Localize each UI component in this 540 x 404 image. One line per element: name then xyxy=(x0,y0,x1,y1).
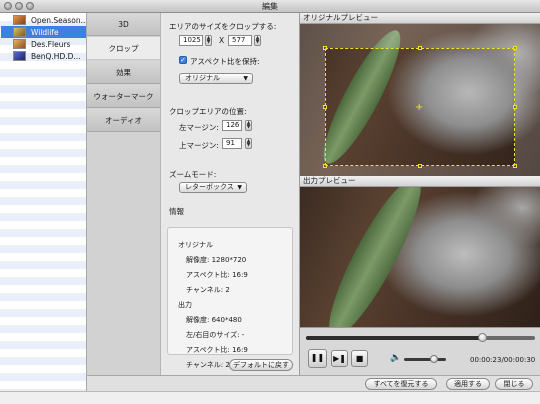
keep-aspect-label: アスペクト比を保持: xyxy=(190,57,260,66)
original-heading: オリジナル xyxy=(178,241,213,249)
crop-handle-mr[interactable] xyxy=(513,105,517,109)
crop-settings-panel: エリアのサイズをクロップする: 1025 ▲ ▼ X 577 ▲ ▼ ✓ アスペクト… xyxy=(161,13,299,375)
tab-effects[interactable]: 効果 xyxy=(87,61,160,84)
file-row-open-season[interactable]: Open.Season... xyxy=(1,14,86,26)
chevron-down-icon: ▼ xyxy=(243,75,248,82)
crop-size-label: エリアのサイズをクロップする: xyxy=(169,22,277,31)
close-button[interactable]: 閉じる xyxy=(495,378,533,390)
file-row-des-fleurs[interactable]: Des.Fleurs xyxy=(1,38,86,50)
aspect-ratio-select[interactable]: オリジナル ▼ xyxy=(179,73,253,84)
file-row-wildlife[interactable]: Wildlife xyxy=(1,26,86,38)
output-channels: チャンネル: 2 xyxy=(186,361,230,369)
tab-watermark[interactable]: ウォーターマーク xyxy=(87,85,160,108)
playback-controls: ❚❚ ▶❚ ■ 🔈 00:00:23/00:00:30 xyxy=(300,327,540,375)
original-resolution: 解像度: 1280*720 xyxy=(186,256,247,264)
original-channels: チャンネル: 2 xyxy=(186,286,230,294)
crop-width-field[interactable]: 1025 xyxy=(179,35,203,46)
file-name: Open.Season... xyxy=(31,15,86,25)
preview-panel: オリジナルプレビュー + 出力プレビュー ❚❚ ▶❚ ■ 🔈 00:00:23/… xyxy=(299,13,540,375)
tab-crop[interactable]: クロップ xyxy=(87,37,160,60)
title-bar: 編集 xyxy=(0,0,540,13)
video-thumbnail xyxy=(13,27,26,37)
file-name: Wildlife xyxy=(31,27,59,37)
original-aspect: アスペクト比: 16:9 xyxy=(186,271,248,279)
left-margin-stepper[interactable]: ▲ ▼ xyxy=(245,120,252,131)
info-title: 情報 xyxy=(169,207,184,216)
zoom-mode-value: レターボックス xyxy=(185,183,234,191)
left-margin-field[interactable]: 126 xyxy=(222,120,242,131)
crosshair-icon: + xyxy=(415,102,424,113)
file-list[interactable]: Open.Season... Wildlife Des.Fleurs BenQ.… xyxy=(0,13,87,391)
crop-height-field[interactable]: 577 xyxy=(228,35,252,46)
edit-tabs: 3D クロップ 効果 ウォーターマーク オーディオ xyxy=(87,13,161,375)
stop-button[interactable]: ■ xyxy=(351,350,368,367)
file-name: Des.Fleurs xyxy=(31,39,71,49)
aspect-ratio-value: オリジナル xyxy=(185,74,220,82)
crop-height-stepper[interactable]: ▲ ▼ xyxy=(254,35,261,46)
window-title: 編集 xyxy=(262,2,278,11)
crop-handle-bc[interactable] xyxy=(418,164,422,168)
crop-handle-tc[interactable] xyxy=(418,46,422,50)
horizontal-scrollbar[interactable] xyxy=(0,391,540,404)
reset-default-button[interactable]: デフォルトに戻す xyxy=(229,359,293,371)
info-box: オリジナル 解像度: 1280*720 アスペクト比: 16:9 チャンネル: … xyxy=(167,227,293,369)
crop-outside-right xyxy=(515,48,540,166)
restore-all-button[interactable]: すべてを復元する xyxy=(365,378,437,390)
tab-3d[interactable]: 3D xyxy=(87,13,160,36)
seek-bar-fill xyxy=(306,336,483,340)
output-heading: 出力 xyxy=(178,301,192,309)
step-forward-button[interactable]: ▶❚ xyxy=(331,350,348,367)
size-separator: X xyxy=(219,36,225,45)
time-display: 00:00:23/00:00:30 xyxy=(470,356,536,364)
step-forward-icon: ▶❚ xyxy=(333,354,346,363)
apply-button[interactable]: 適用する xyxy=(446,378,490,390)
pause-button[interactable]: ❚❚ xyxy=(308,349,327,368)
video-thumbnail xyxy=(13,15,26,25)
crop-handle-br[interactable] xyxy=(513,164,517,168)
crop-handle-ml[interactable] xyxy=(323,105,327,109)
top-margin-label: 上マージン: xyxy=(179,141,219,150)
keep-aspect-checkbox[interactable]: ✓ xyxy=(179,56,187,64)
seek-bar[interactable] xyxy=(306,333,535,342)
crop-handle-bl[interactable] xyxy=(323,164,327,168)
left-margin-label: 左マージン: xyxy=(179,123,219,132)
tab-audio[interactable]: オーディオ xyxy=(87,109,160,132)
output-preview-video xyxy=(300,187,540,327)
output-preview-label: 出力プレビュー xyxy=(300,176,540,187)
seek-bar-knob[interactable] xyxy=(477,333,487,342)
crop-outside-top xyxy=(300,24,540,48)
output-aspect: アスペクト比: 16:9 xyxy=(186,346,248,354)
pause-icon: ❚❚ xyxy=(310,353,325,362)
crop-position-label: クロップエリアの位置: xyxy=(169,107,247,116)
zoom-mode-label: ズームモード: xyxy=(169,170,217,179)
file-row-benq[interactable]: BenQ.HD.D... xyxy=(1,50,86,62)
original-preview-label: オリジナルプレビュー xyxy=(300,13,540,24)
top-margin-field[interactable]: 91 xyxy=(222,138,242,149)
volume-slider-knob[interactable] xyxy=(430,355,439,363)
crop-width-stepper[interactable]: ▲ ▼ xyxy=(205,35,212,46)
original-preview-video[interactable]: + xyxy=(300,24,540,176)
crop-handle-tr[interactable] xyxy=(513,46,517,50)
output-lr-size: 左/右目のサイズ: - xyxy=(186,331,245,339)
volume-slider[interactable] xyxy=(404,355,446,363)
video-thumbnail xyxy=(13,51,26,61)
crop-outside-left xyxy=(300,48,325,166)
video-thumbnail xyxy=(13,39,26,49)
crop-handle-tl[interactable] xyxy=(323,46,327,50)
bottom-bar: すべてを復元する 適用する 閉じる xyxy=(87,375,540,391)
output-resolution: 解像度: 640*480 xyxy=(186,316,242,324)
chevron-down-icon: ▼ xyxy=(237,184,242,191)
stop-icon: ■ xyxy=(355,354,364,363)
top-margin-stepper[interactable]: ▲ ▼ xyxy=(245,138,252,149)
zoom-mode-select[interactable]: レターボックス ▼ xyxy=(179,182,247,193)
file-name: BenQ.HD.D... xyxy=(31,51,81,61)
speaker-icon[interactable]: 🔈 xyxy=(390,353,401,363)
